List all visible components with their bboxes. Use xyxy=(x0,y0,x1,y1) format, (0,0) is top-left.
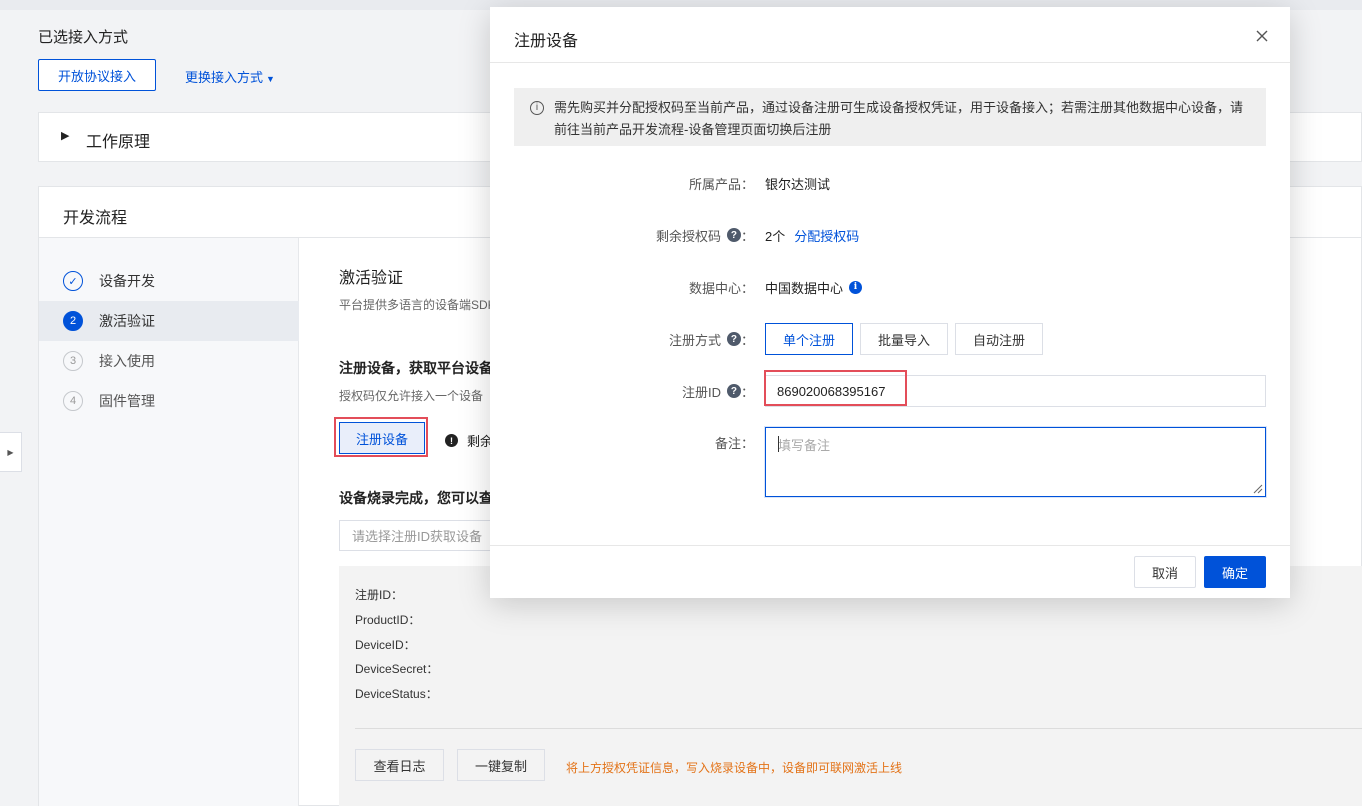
method-label: 注册方式 ? ： xyxy=(669,324,754,354)
license-row: 剩余授权码 ? ： 2个 分配授权码 xyxy=(490,220,1290,250)
label-colon: ： xyxy=(740,384,754,400)
license-label-text: 剩余授权码 xyxy=(655,228,721,244)
auto-register-button[interactable]: 自动注册 xyxy=(955,323,1043,355)
product-row: 所属产品： 银尔达测试 xyxy=(490,168,1290,198)
reg-id-label: 注册ID ? ： xyxy=(682,376,754,406)
datacenter-value: 中国数据中心 i xyxy=(765,272,863,302)
license-label: 剩余授权码 ? ： xyxy=(656,220,754,250)
product-value: 银尔达测试 xyxy=(765,176,831,192)
info-circle-icon: i xyxy=(530,101,544,115)
help-icon[interactable]: ? xyxy=(726,384,741,398)
label-colon: ： xyxy=(740,228,754,244)
resize-grip-icon[interactable] xyxy=(1251,482,1263,494)
notice-banner: i 需先购买并分配授权码至当前产品，通过设备注册可生成设备授权凭证，用于设备接入… xyxy=(514,88,1266,146)
datacenter-label: 数据中心： xyxy=(688,280,754,296)
divider xyxy=(490,545,1290,546)
license-count: 2个 xyxy=(765,228,786,244)
reg-id-label-text: 注册ID xyxy=(681,384,721,400)
reg-id-row: 注册ID ? ： 869020068395167 xyxy=(490,370,1290,407)
register-device-dialog: 注册设备 i 需先购买并分配授权码至当前产品，通过设备注册可生成设备授权凭证，用… xyxy=(490,7,1290,598)
method-row: 注册方式 ? ： 单个注册 批量导入 自动注册 xyxy=(490,323,1290,355)
dialog-title: 注册设备 xyxy=(514,33,579,50)
help-icon[interactable]: ? xyxy=(726,228,741,242)
datacenter-row: 数据中心： 中国数据中心 i xyxy=(490,272,1290,302)
assign-license-link[interactable]: 分配授权码 xyxy=(794,226,859,245)
remark-row: 备注： 填写备注 xyxy=(490,427,1290,497)
method-label-text: 注册方式 xyxy=(668,332,721,348)
license-value: 2个 分配授权码 xyxy=(765,220,859,250)
text-caret xyxy=(778,436,779,452)
single-register-button[interactable]: 单个注册 xyxy=(765,323,853,355)
confirm-button[interactable]: 确定 xyxy=(1204,556,1266,588)
label-colon: ： xyxy=(740,332,754,348)
info-icon[interactable]: i xyxy=(849,280,863,294)
product-label: 所属产品： xyxy=(688,176,754,192)
batch-import-button[interactable]: 批量导入 xyxy=(860,323,948,355)
divider xyxy=(490,62,1290,63)
close-icon[interactable] xyxy=(1250,24,1274,48)
datacenter-text: 中国数据中心 xyxy=(765,280,844,296)
remark-placeholder: 填写备注 xyxy=(778,438,831,453)
remark-label: 备注： xyxy=(714,435,754,451)
reg-id-highlight xyxy=(764,370,907,406)
cancel-button[interactable]: 取消 xyxy=(1134,556,1196,588)
notice-text: 需先购买并分配授权码至当前产品，通过设备注册可生成设备授权凭证，用于设备接入；若… xyxy=(554,100,1244,137)
remark-textarea[interactable]: 填写备注 xyxy=(765,427,1266,497)
help-icon[interactable]: ? xyxy=(726,332,741,346)
